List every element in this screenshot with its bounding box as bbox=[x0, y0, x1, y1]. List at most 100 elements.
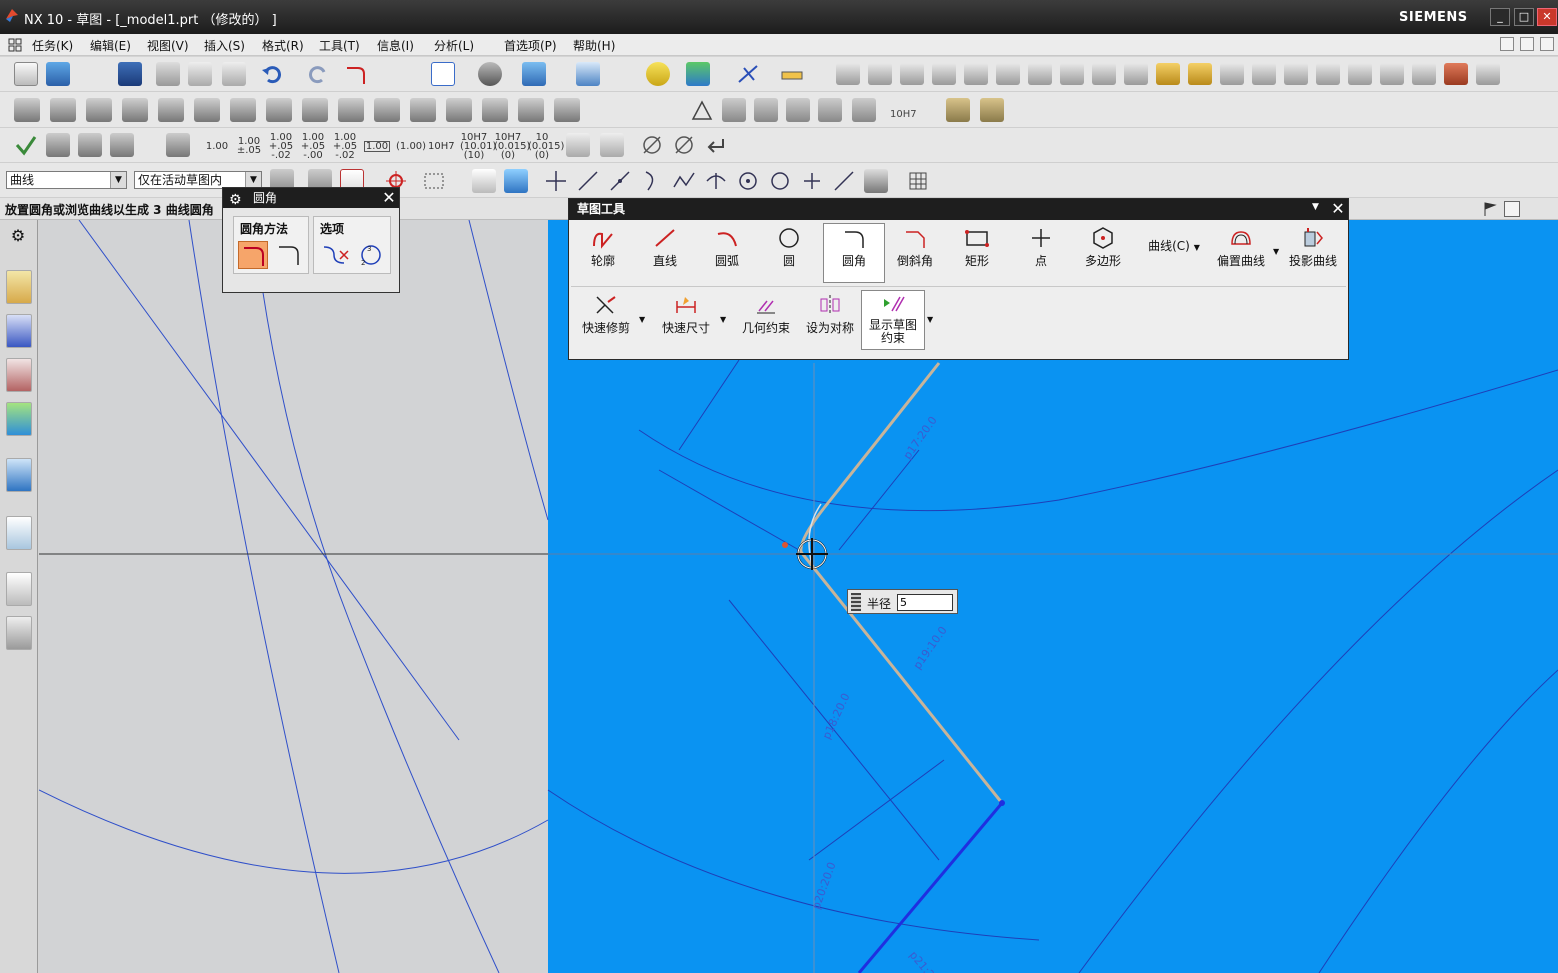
cue-line-restore-icon[interactable] bbox=[1504, 201, 1520, 217]
menu-insert[interactable]: 插入(S) bbox=[204, 37, 245, 54]
feature-tool-12-icon[interactable] bbox=[410, 98, 436, 122]
surface-tool-10-icon[interactable] bbox=[1124, 63, 1148, 85]
dim-format-6[interactable]: 1.00 bbox=[364, 140, 390, 152]
feature-tool-1-icon[interactable] bbox=[14, 98, 40, 122]
dim-format-4[interactable]: 1.00 +.05 -.00 bbox=[300, 132, 326, 160]
return-arrow-icon[interactable] bbox=[704, 133, 728, 157]
web-browser-button[interactable] bbox=[6, 516, 32, 550]
menu-format[interactable]: 格式(R) bbox=[262, 37, 304, 54]
panel-menu-chevron-icon[interactable]: ▼ bbox=[1312, 202, 1319, 212]
feature-tool-15-icon[interactable] bbox=[518, 98, 544, 122]
drafting-tool-1-icon[interactable] bbox=[46, 133, 70, 157]
surface-tool-5-icon[interactable] bbox=[964, 63, 988, 85]
dim-format-8[interactable]: 10H7 bbox=[428, 141, 455, 151]
reuse-library-button[interactable] bbox=[6, 402, 32, 436]
feature-tool-13-icon[interactable] bbox=[446, 98, 472, 122]
grid-menu-icon[interactable] bbox=[8, 38, 22, 52]
new-file-button[interactable] bbox=[14, 62, 38, 86]
feature-tool-3-icon[interactable] bbox=[86, 98, 112, 122]
surface-tool-1-icon[interactable] bbox=[836, 63, 860, 85]
control-point-snap-icon[interactable] bbox=[640, 169, 664, 193]
diameter-1-icon[interactable] bbox=[640, 133, 664, 157]
menu-tools[interactable]: 工具(T) bbox=[319, 37, 360, 54]
table-tool-icon[interactable] bbox=[722, 98, 746, 122]
surface-tool-21-icon[interactable] bbox=[1476, 63, 1500, 85]
feature-tool-16-icon[interactable] bbox=[554, 98, 580, 122]
project-curve-tool[interactable]: 投影曲线 bbox=[1283, 224, 1343, 282]
dim-format-5[interactable]: 1.00 +.05 -.02 bbox=[332, 132, 358, 160]
dim-label-5[interactable]: p21:20.0 bbox=[907, 949, 949, 973]
save-button[interactable] bbox=[118, 62, 142, 86]
perpendicular-snap-icon[interactable] bbox=[704, 169, 728, 193]
leader-tool-icon[interactable] bbox=[852, 98, 876, 122]
menu-edit[interactable]: 编辑(E) bbox=[90, 37, 131, 54]
arc-center-snap-icon[interactable] bbox=[736, 169, 760, 193]
feature-tool-5-icon[interactable] bbox=[158, 98, 184, 122]
surface-tool-4-icon[interactable] bbox=[932, 63, 956, 85]
close-icon[interactable]: ✕ bbox=[380, 189, 398, 207]
measure-point-icon[interactable] bbox=[736, 62, 760, 86]
dim-format-2[interactable]: 1.00 ±.05 bbox=[236, 137, 262, 156]
help-query-button[interactable] bbox=[646, 62, 670, 86]
dim-format-10[interactable]: 10H7 (0.015) (0) bbox=[494, 132, 530, 160]
note-tool-icon[interactable] bbox=[818, 98, 842, 122]
menu-help[interactable]: 帮助(H) bbox=[573, 37, 615, 54]
select-body-icon[interactable] bbox=[504, 169, 528, 193]
flag-icon[interactable] bbox=[1482, 201, 1498, 217]
quick-trim-chevron-down-icon[interactable]: ▼ bbox=[639, 315, 645, 324]
arc-tool[interactable]: 圆弧 bbox=[699, 224, 755, 282]
symbol-tool-icon[interactable] bbox=[786, 98, 810, 122]
dim-format-3[interactable]: 1.00 +.05 -.02 bbox=[268, 132, 294, 160]
weld-tool-2-icon[interactable] bbox=[980, 98, 1004, 122]
select-face-icon[interactable] bbox=[472, 169, 496, 193]
point-tool[interactable]: 点 bbox=[1013, 224, 1069, 282]
maximize-button[interactable]: □ bbox=[1514, 8, 1534, 26]
close-icon[interactable]: ✕ bbox=[1329, 200, 1347, 218]
drafting-tool-3-icon[interactable] bbox=[110, 133, 134, 157]
open-part-button[interactable] bbox=[46, 62, 70, 86]
doc-close-button[interactable] bbox=[1540, 37, 1554, 51]
untrim-fillet-button[interactable] bbox=[274, 241, 304, 269]
fillet-dialog-header[interactable]: ⚙ 圆角 bbox=[223, 188, 399, 208]
undo-button[interactable] bbox=[260, 62, 284, 86]
type-filter-select[interactable]: 曲线 ▼ bbox=[6, 171, 127, 189]
radius-symbol-icon[interactable] bbox=[600, 133, 624, 157]
drafting-tool-2-icon[interactable] bbox=[78, 133, 102, 157]
rect-select-icon[interactable] bbox=[422, 169, 446, 193]
profile-tool[interactable]: 轮廓 bbox=[575, 224, 631, 282]
surface-tool-9-icon[interactable] bbox=[1092, 63, 1116, 85]
point-on-curve-snap-icon[interactable] bbox=[832, 169, 856, 193]
render-style-button[interactable] bbox=[478, 62, 502, 86]
midpoint-snap-icon[interactable] bbox=[608, 169, 632, 193]
paste-button[interactable] bbox=[222, 62, 246, 86]
feature-tool-11-icon[interactable] bbox=[374, 98, 400, 122]
geometric-constraints-tool[interactable]: 几何约束 bbox=[735, 291, 797, 349]
delete-third-curve-button[interactable] bbox=[320, 241, 350, 269]
surface-tool-16-icon[interactable] bbox=[1316, 63, 1340, 85]
drag-handle[interactable] bbox=[851, 593, 861, 611]
surface-tool-15-icon[interactable] bbox=[1284, 63, 1308, 85]
trim-fillet-button[interactable] bbox=[238, 241, 268, 269]
dim-label-2[interactable]: p19:10.0 bbox=[911, 624, 950, 672]
drafting-tool-4-icon[interactable] bbox=[166, 133, 190, 157]
feature-tool-7-icon[interactable] bbox=[230, 98, 256, 122]
menu-task[interactable]: 任务(K) bbox=[32, 37, 73, 54]
quick-trim-tool[interactable]: 快速修剪 bbox=[573, 291, 639, 349]
surface-tool-18-icon[interactable] bbox=[1380, 63, 1404, 85]
minimize-button[interactable]: _ bbox=[1490, 8, 1510, 26]
show-constraints-chevron-down-icon[interactable]: ▼ bbox=[927, 315, 933, 324]
surface-tool-19-icon[interactable] bbox=[1412, 63, 1436, 85]
fillet-command-icon[interactable] bbox=[344, 62, 368, 86]
move-snap-icon[interactable] bbox=[544, 169, 568, 193]
gear-icon[interactable]: ⚙ bbox=[229, 190, 242, 210]
polygon-tool[interactable]: 多边形 bbox=[1075, 224, 1131, 282]
view-orient-button[interactable] bbox=[522, 62, 546, 86]
chamfer-tool[interactable]: 倒斜角 bbox=[887, 224, 943, 282]
annotation-tool-icon[interactable] bbox=[754, 98, 778, 122]
sketch-tools-header[interactable]: 草图工具 bbox=[569, 199, 1348, 220]
surface-tool-20-icon[interactable] bbox=[1444, 63, 1468, 85]
snap-button[interactable] bbox=[686, 62, 710, 86]
existing-point-snap-icon[interactable] bbox=[800, 169, 824, 193]
assembly-navigator-button[interactable] bbox=[6, 314, 32, 348]
circle-tool[interactable]: 圆 bbox=[761, 224, 817, 282]
